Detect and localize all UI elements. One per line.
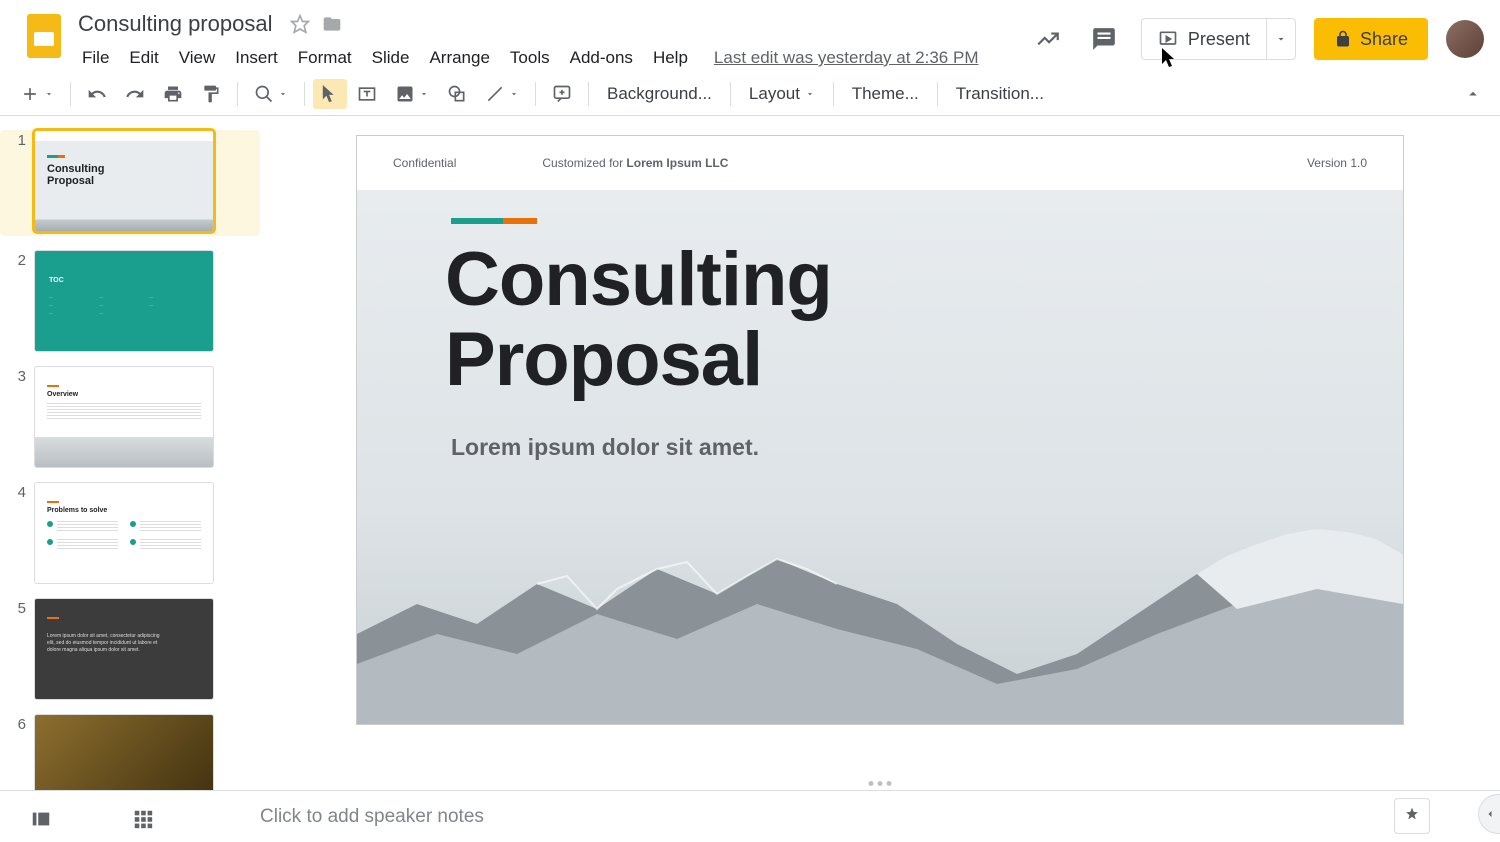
chevron-down-icon [44,89,54,99]
menu-file[interactable]: File [72,44,119,72]
separator [588,82,589,106]
zoom-button[interactable] [246,78,296,110]
slide-header-version: Version 1.0 [1307,156,1367,170]
mountain-graphic [357,514,1403,724]
star-icon[interactable] [290,14,310,34]
menu-addons[interactable]: Add-ons [560,44,643,72]
separator [535,82,536,106]
slides-logo-icon[interactable] [27,14,61,58]
slide-thumb-3[interactable]: 3 Overview [10,366,250,468]
separator [237,82,238,106]
folder-icon[interactable] [322,14,342,34]
last-edit-link[interactable]: Last edit was yesterday at 2:36 PM [704,44,989,72]
select-tool[interactable] [313,79,347,109]
slide-header: Confidential Customized for Lorem Ipsum … [357,136,1403,190]
slide-header-confidential: Confidential [393,156,456,170]
paint-format-button[interactable] [193,78,229,110]
menu-help[interactable]: Help [643,44,698,72]
slide-header-customized: Customized for Lorem Ipsum LLC [542,156,728,170]
notes-resize-handle[interactable] [869,781,892,786]
background-button[interactable]: Background... [597,78,722,110]
theme-button[interactable]: Theme... [842,78,929,110]
activity-icon[interactable] [1029,20,1067,58]
menu-view[interactable]: View [169,44,226,72]
slide-subtitle[interactable]: Lorem ipsum dolor sit amet. [451,434,759,461]
filmstrip-view-icon[interactable] [30,808,52,830]
slide-thumb-5[interactable]: 5 Lorem ipsum dolor sit amet, consectetu… [10,598,250,700]
slide-accent-bar [451,218,537,224]
title-row: Consulting proposal [72,8,1029,40]
menu-arrange[interactable]: Arrange [419,44,499,72]
slide-canvas[interactable]: Confidential Customized for Lorem Ipsum … [357,136,1403,724]
separator [937,82,938,106]
undo-button[interactable] [79,78,115,110]
slide-thumb-2[interactable]: 2 TOC ──────────────── [10,250,250,352]
menu-insert[interactable]: Insert [225,44,288,72]
add-comment-button[interactable] [544,78,580,110]
chevron-down-icon [419,89,429,99]
slide-thumb-6[interactable]: 6 [10,714,250,790]
menu-slide[interactable]: Slide [362,44,420,72]
menu-bar: File Edit View Insert Format Slide Arran… [72,44,1029,72]
separator [70,82,71,106]
comments-icon[interactable] [1085,20,1123,58]
side-panel-toggle[interactable] [1478,794,1500,834]
menu-format[interactable]: Format [288,44,362,72]
document-title[interactable]: Consulting proposal [72,9,278,39]
present-button-group: Present [1141,18,1296,60]
transition-button[interactable]: Transition... [946,78,1054,110]
header-right: Present Share [1029,8,1484,60]
chevron-down-icon [509,89,519,99]
menu-edit[interactable]: Edit [119,44,168,72]
explore-button[interactable] [1394,798,1430,834]
chevron-down-icon [278,89,288,99]
slide-body: ConsultingProposal Lorem ipsum dolor sit… [357,190,1403,724]
image-tool[interactable] [387,78,437,110]
separator [730,82,731,106]
present-button[interactable]: Present [1142,19,1266,59]
redo-button[interactable] [117,78,153,110]
shape-tool[interactable] [439,78,475,110]
separator [304,82,305,106]
canvas-area[interactable]: Confidential Customized for Lorem Ipsum … [260,116,1500,790]
notes-placeholder: Click to add speaker notes [260,806,484,828]
slide-thumb-4[interactable]: 4 Problems to solve [10,482,250,584]
present-label: Present [1188,29,1250,50]
app-header: Consulting proposal File Edit View Inser… [0,0,1500,72]
user-avatar[interactable] [1446,20,1484,58]
logo-area [16,8,72,58]
slide-thumb-1[interactable]: 1 Consulting Proposal [0,130,260,236]
toolbar: Background... Layout Theme... Transition… [0,72,1500,116]
doc-area: Consulting proposal File Edit View Inser… [72,8,1029,72]
textbox-tool[interactable] [349,78,385,110]
grid-view-icon[interactable] [132,808,154,830]
share-label: Share [1360,29,1408,50]
menu-tools[interactable]: Tools [500,44,560,72]
lock-icon [1334,30,1352,48]
layout-button[interactable]: Layout [739,78,825,110]
print-button[interactable] [155,78,191,110]
separator [833,82,834,106]
line-tool[interactable] [477,78,527,110]
main-area: 1 Consulting Proposal 2 TOC ────────────… [0,116,1500,790]
share-button[interactable]: Share [1314,18,1428,60]
view-toggles [30,808,154,830]
filmstrip[interactable]: 1 Consulting Proposal 2 TOC ────────────… [0,116,260,790]
speaker-notes[interactable]: Click to add speaker notes [0,790,1500,842]
slide-title[interactable]: ConsultingProposal [445,240,832,400]
new-slide-button[interactable] [12,78,62,110]
present-dropdown[interactable] [1266,19,1295,59]
collapse-toolbar-icon[interactable] [1458,79,1488,109]
